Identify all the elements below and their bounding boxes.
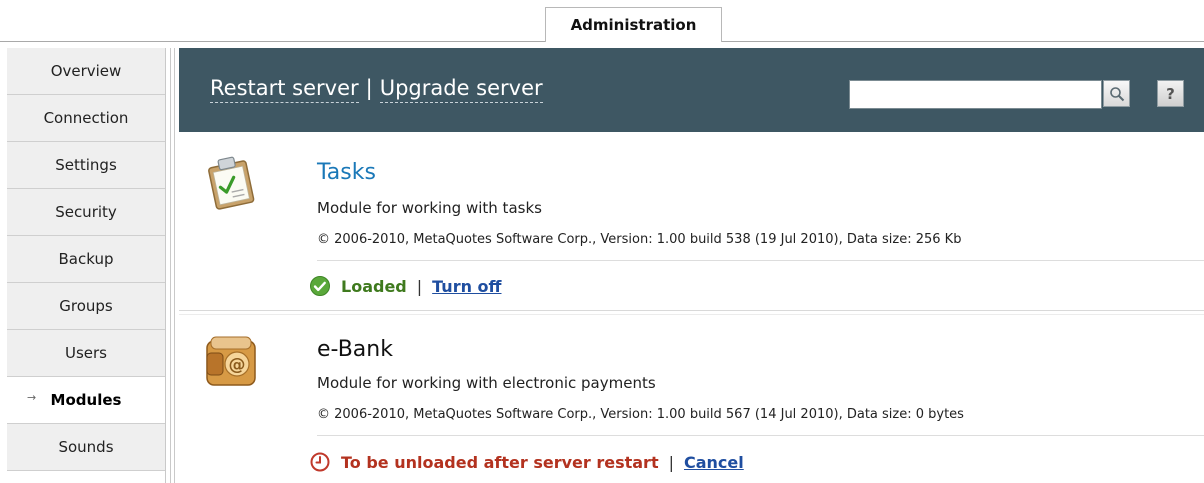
sidebar-item-label: Security xyxy=(55,203,117,221)
module-meta: © 2006-2010, MetaQuotes Software Corp., … xyxy=(317,232,962,247)
header-bar: Restart server | Upgrade server ? xyxy=(179,48,1204,132)
module-description: Module for working with tasks xyxy=(317,199,542,217)
help-icon: ? xyxy=(1166,84,1175,103)
module-status-label: Loaded xyxy=(341,276,407,296)
clipboard-check-icon xyxy=(208,156,255,210)
sidebar-item-security[interactable]: Security xyxy=(7,189,165,236)
sidebar-item-groups[interactable]: Groups xyxy=(7,283,165,330)
module-divider xyxy=(317,435,1204,436)
module-title[interactable]: Tasks xyxy=(317,160,376,185)
module-title[interactable]: e-Bank xyxy=(317,337,393,362)
turn-off-link[interactable]: Turn off xyxy=(432,277,501,296)
svg-text:@: @ xyxy=(229,355,246,375)
sidebar-item-settings[interactable]: Settings xyxy=(7,142,165,189)
sidebar-item-label: Groups xyxy=(59,297,113,315)
module-status-label: To be unloaded after server restart xyxy=(341,452,659,472)
sidebar-divider xyxy=(170,48,171,483)
sidebar-item-users[interactable]: Users xyxy=(7,330,165,377)
restart-server-link[interactable]: Restart server xyxy=(210,76,359,103)
module-status-row: Loaded | Turn off xyxy=(309,275,502,297)
sidebar: Overview Connection Settings Security Ba… xyxy=(7,48,166,483)
clock-icon xyxy=(310,452,330,472)
sidebar-item-sounds[interactable]: Sounds xyxy=(7,424,165,471)
header-separator: | xyxy=(365,76,373,100)
cancel-link[interactable]: Cancel xyxy=(684,453,744,472)
sidebar-item-backup[interactable]: Backup xyxy=(7,236,165,283)
sidebar-item-label: Users xyxy=(64,344,107,362)
upgrade-server-link[interactable]: Upgrade server xyxy=(379,76,543,103)
module-card: Tasks Module for working with tasks © 20… xyxy=(179,132,1204,310)
active-arrow-icon: → xyxy=(27,391,37,404)
check-circle-icon xyxy=(310,276,330,296)
sidebar-item-label: Settings xyxy=(55,156,117,174)
help-button[interactable]: ? xyxy=(1157,80,1184,107)
sidebar-divider xyxy=(174,48,175,483)
header-links: Restart server | Upgrade server xyxy=(210,76,543,103)
sidebar-item-label: Modules xyxy=(50,391,122,409)
module-meta: © 2006-2010, MetaQuotes Software Corp., … xyxy=(317,407,964,422)
top-tab-bar: Administration xyxy=(0,0,1204,42)
sidebar-item-label: Sounds xyxy=(58,438,114,456)
main-panel: Restart server | Upgrade server ? Tasks Mo… xyxy=(179,48,1204,483)
module-status-row: To be unloaded after server restart | Ca… xyxy=(309,451,744,473)
sidebar-item-label: Backup xyxy=(58,250,114,268)
module-description: Module for working with electronic payme… xyxy=(317,374,656,392)
sidebar-item-label: Connection xyxy=(43,109,129,127)
search-input[interactable] xyxy=(849,80,1102,109)
module-card: @ e-Bank Module for working with electro… xyxy=(179,313,1204,483)
status-separator: | xyxy=(668,452,674,472)
sidebar-item-overview[interactable]: Overview xyxy=(7,48,165,95)
wallet-at-icon: @ xyxy=(206,336,256,386)
search-icon xyxy=(1109,86,1124,101)
module-divider xyxy=(317,260,1204,261)
tab-administration[interactable]: Administration xyxy=(545,7,722,42)
search-button[interactable] xyxy=(1103,80,1130,107)
sidebar-item-label: Overview xyxy=(50,62,122,80)
sidebar-item-connection[interactable]: Connection xyxy=(7,95,165,142)
status-separator: | xyxy=(416,276,423,296)
sidebar-item-modules[interactable]: → Modules xyxy=(7,377,165,424)
